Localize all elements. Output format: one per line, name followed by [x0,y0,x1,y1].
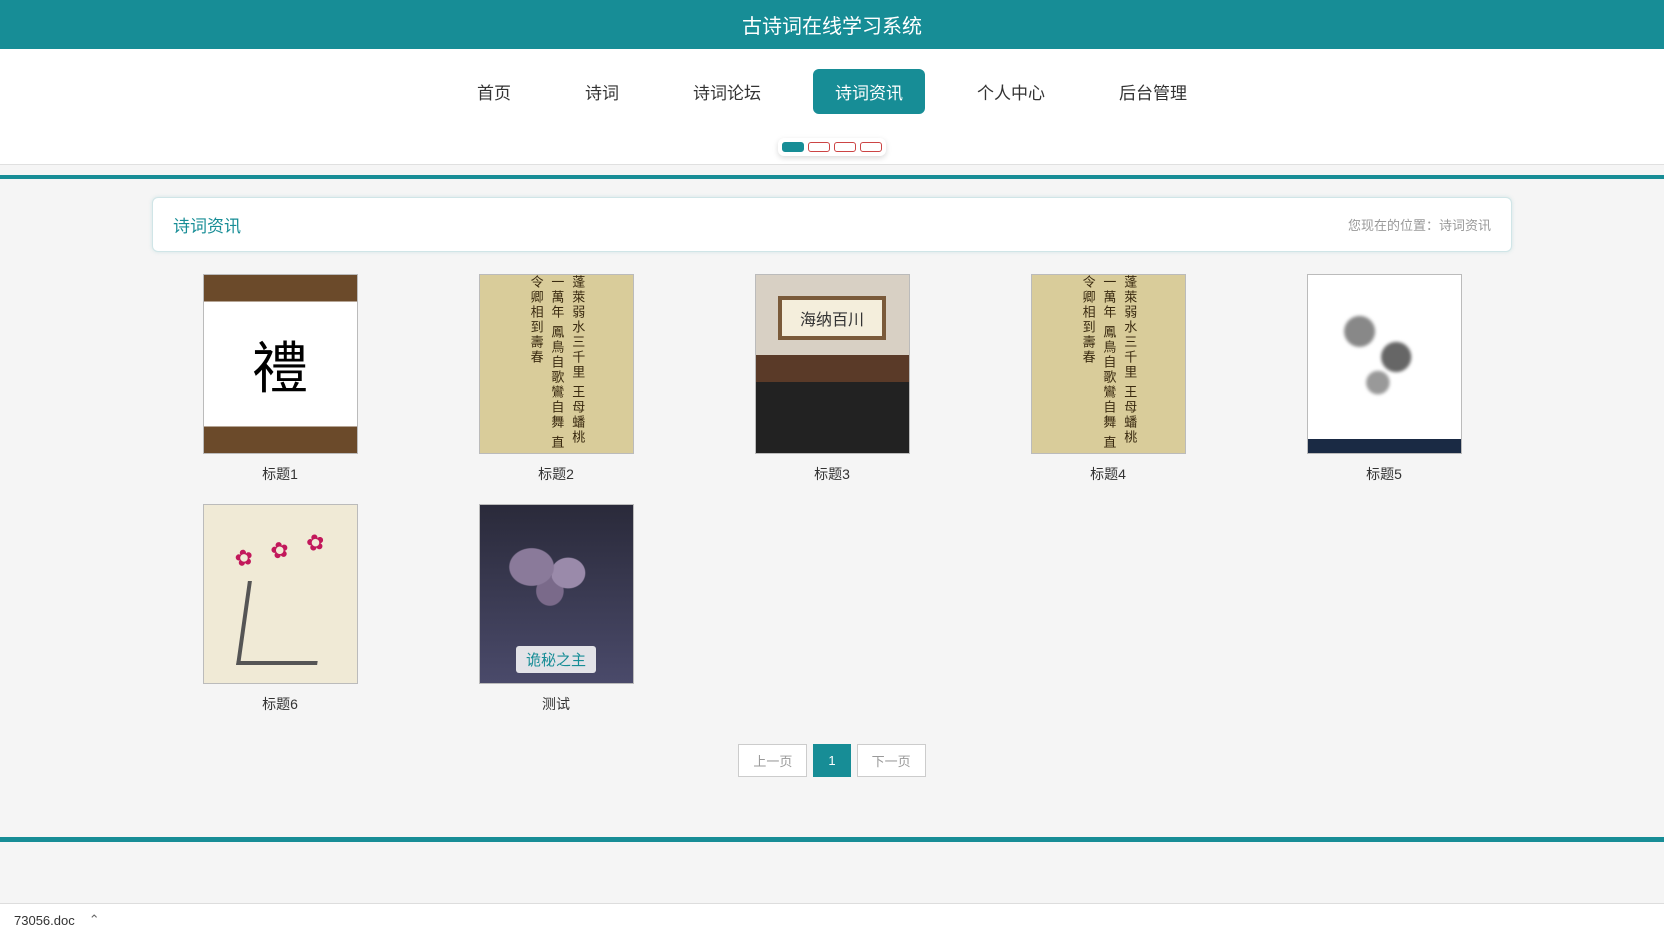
app-header: 古诗词在线学习系统 [0,0,1664,49]
article-thumbnail [755,274,910,454]
article-title: 标题6 [262,694,298,714]
article-thumbnail: 蓬萊弱水三千里 王母蟠桃一萬年 鳳鳥自歌鸞自舞 直令卿相到壽春 [1031,274,1186,454]
article-card[interactable]: 标题3 [704,274,960,484]
article-title: 标题5 [1366,464,1402,484]
nav-forum[interactable]: 诗词论坛 [671,69,783,114]
overlay-label: 诡秘之主 [516,646,596,673]
calligraphy-fan-icon [204,275,357,453]
page-prev-button[interactable]: 上一页 [738,744,807,777]
ink-landscape-icon [1308,275,1461,453]
pagination: 上一页 1 下一页 [152,744,1512,777]
article-card[interactable]: 标题6 [152,504,408,714]
breadcrumb-current: 诗词资讯 [1439,218,1491,233]
breadcrumb-prefix: 您现在的位置： [1348,218,1439,233]
nav-home[interactable]: 首页 [455,69,533,114]
article-title: 标题1 [262,464,298,484]
article-title: 标题2 [538,464,574,484]
filter-chip-1[interactable] [782,142,804,152]
article-title: 标题3 [814,464,850,484]
article-card[interactable]: 标题5 [1256,274,1512,484]
panel-title: 诗词资讯 [173,212,241,237]
nav-admin[interactable]: 后台管理 [1097,69,1209,114]
article-card[interactable]: 诡秘之主测试 [428,504,684,714]
article-thumbnail [203,274,358,454]
article-thumbnail [203,504,358,684]
article-thumbnail [1307,274,1462,454]
plum-blossom-icon [204,505,357,683]
nav-wrapper: 首页 诗词 诗词论坛 诗词资讯 个人中心 后台管理 [0,49,1664,165]
download-filename[interactable]: 73056.doc [14,913,75,928]
footer-divider [0,837,1664,842]
breadcrumb: 您现在的位置：诗词资讯 [1348,215,1491,234]
filter-strip-inner [778,138,886,156]
article-card[interactable]: 蓬萊弱水三千里 王母蟠桃一萬年 鳳鳥自歌鸞自舞 直令卿相到壽春标题2 [428,274,684,484]
page-next-button[interactable]: 下一页 [857,744,926,777]
panel-header: 诗词资讯 您现在的位置：诗词资讯 [152,197,1512,252]
article-title: 标题4 [1090,464,1126,484]
calligraphy-scroll-icon: 蓬萊弱水三千里 王母蟠桃一萬年 鳳鳥自歌鸞自舞 直令卿相到壽春 [1032,275,1185,453]
office-frame-icon [756,275,909,453]
page-number-current: 1 [813,744,850,777]
app-title: 古诗词在线学习系统 [742,16,922,38]
calligraphy-text: 蓬萊弱水三千里 王母蟠桃一萬年 鳳鳥自歌鸞自舞 直令卿相到壽春 [1077,275,1139,453]
download-bar: 73056.doc ⌃ [0,903,1664,936]
nav-profile[interactable]: 个人中心 [955,69,1067,114]
article-card[interactable]: 蓬萊弱水三千里 王母蟠桃一萬年 鳳鳥自歌鸞自舞 直令卿相到壽春标题4 [980,274,1236,484]
nav-poems[interactable]: 诗词 [563,69,641,114]
article-thumbnail: 蓬萊弱水三千里 王母蟠桃一萬年 鳳鳥自歌鸞自舞 直令卿相到壽春 [479,274,634,454]
content: 诗词资讯 您现在的位置：诗词资讯 标题1蓬萊弱水三千里 王母蟠桃一萬年 鳳鳥自歌… [132,197,1532,807]
article-grid: 标题1 蓬萊弱水三千里 王母蟠桃一萬年 鳳鳥自歌鸞自舞 直令卿相到壽春标题2 标题3… [152,274,1512,714]
filter-chip-3[interactable] [834,142,856,152]
article-thumbnail: 诡秘之主 [479,504,634,684]
article-title: 测试 [542,694,570,714]
chevron-up-icon[interactable]: ⌃ [89,912,100,928]
divider [0,175,1664,179]
nav-news[interactable]: 诗词资讯 [813,69,925,114]
anime-cover-icon: 诡秘之主 [480,505,633,683]
calligraphy-scroll-icon: 蓬萊弱水三千里 王母蟠桃一萬年 鳳鳥自歌鸞自舞 直令卿相到壽春 [480,275,633,453]
filter-chip-4[interactable] [860,142,882,152]
filter-strip [0,134,1664,164]
calligraphy-text: 蓬萊弱水三千里 王母蟠桃一萬年 鳳鳥自歌鸞自舞 直令卿相到壽春 [525,275,587,453]
filter-chip-2[interactable] [808,142,830,152]
main-nav: 首页 诗词 诗词论坛 诗词资讯 个人中心 后台管理 [0,49,1664,134]
article-card[interactable]: 标题1 [152,274,408,484]
